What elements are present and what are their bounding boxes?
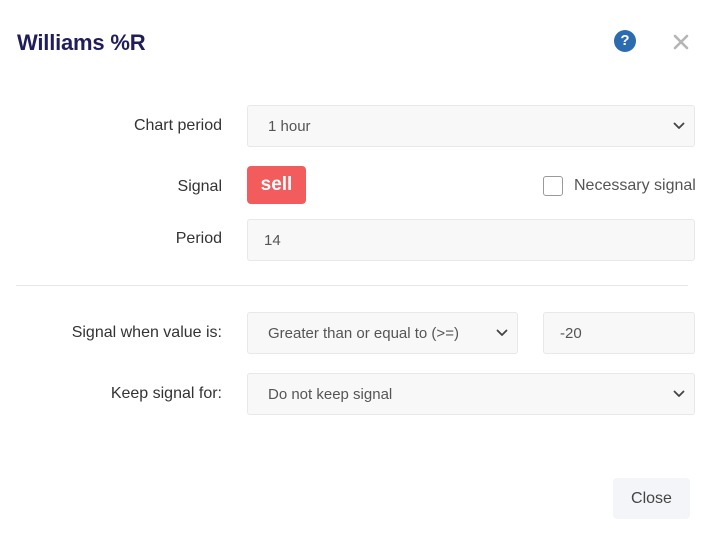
- operator-select[interactable]: Greater than or equal to (>=): [247, 312, 518, 354]
- threshold-value: -20: [560, 324, 582, 342]
- williams-r-dialog: Williams %R ? Chart period 1 hour Signal…: [0, 0, 719, 546]
- chevron-down-icon: [673, 122, 685, 129]
- necessary-signal-checkbox[interactable]: [543, 176, 563, 196]
- period-label: Period: [175, 230, 222, 247]
- keep-signal-value: Do not keep signal: [268, 385, 393, 403]
- necessary-signal-label: Necessary signal: [574, 177, 696, 194]
- signal-label: Signal: [177, 178, 222, 195]
- close-button[interactable]: Close: [613, 478, 690, 519]
- keep-signal-select[interactable]: Do not keep signal: [247, 373, 695, 415]
- chart-period-label: Chart period: [133, 117, 222, 134]
- condition-label: Signal when value is:: [71, 324, 222, 341]
- dialog-title: Williams %R: [17, 30, 146, 55]
- period-input[interactable]: 14: [247, 219, 695, 261]
- chevron-down-icon: [673, 390, 685, 397]
- chevron-down-icon: [496, 329, 508, 336]
- operator-value: Greater than or equal to (>=): [268, 324, 459, 342]
- question-circle-icon[interactable]: ?: [614, 30, 636, 52]
- section-divider: [16, 285, 688, 286]
- chart-period-value: 1 hour: [268, 117, 311, 135]
- chart-period-select[interactable]: 1 hour: [247, 105, 695, 147]
- necessary-signal-toggle[interactable]: Necessary signal: [543, 176, 696, 196]
- keep-signal-label: Keep signal for:: [110, 385, 222, 402]
- close-x-icon[interactable]: [670, 31, 692, 53]
- threshold-input[interactable]: -20: [543, 312, 695, 354]
- sell-signal-badge[interactable]: sell: [247, 166, 306, 204]
- period-value: 14: [264, 231, 281, 249]
